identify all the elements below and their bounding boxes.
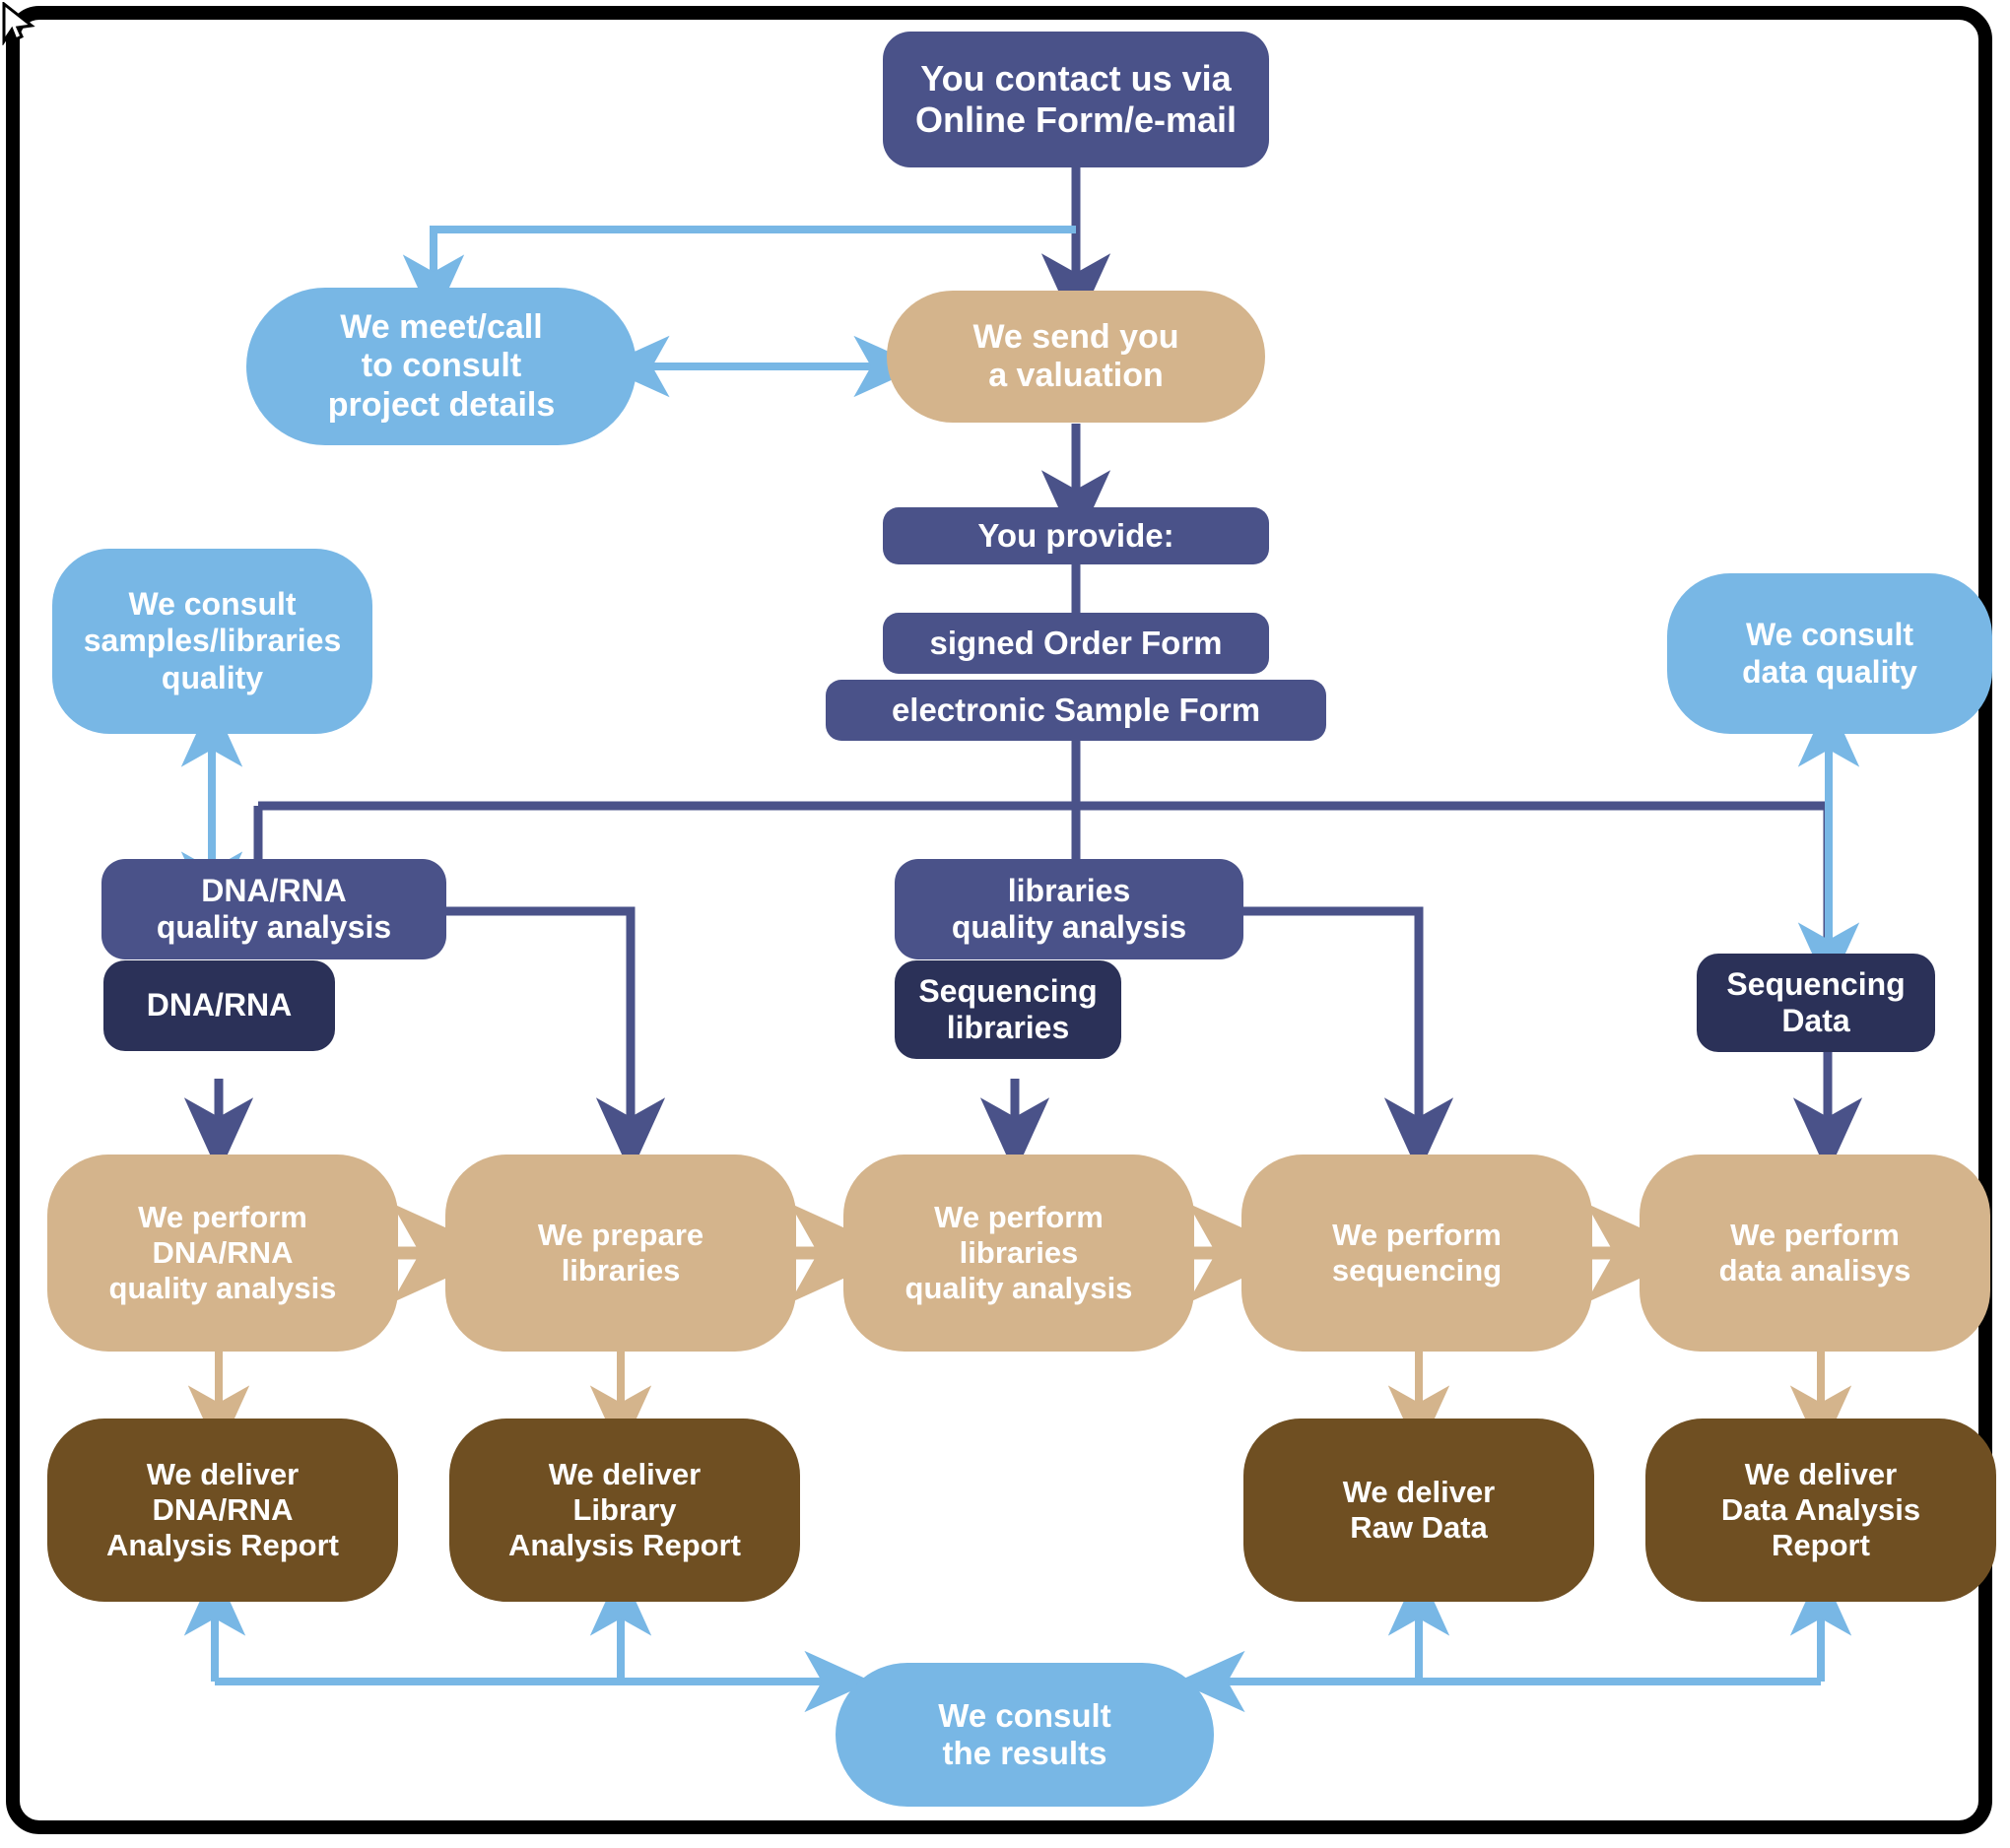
- node-deliver-library-report[interactable]: We deliver Library Analysis Report: [449, 1419, 800, 1602]
- node-deliver-data-analysis-report[interactable]: We deliver Data Analysis Report: [1645, 1419, 1996, 1602]
- node-valuation[interactable]: We send you a valuation: [887, 291, 1265, 423]
- node-dna-rna-quality-analysis[interactable]: DNA/RNA quality analysis: [101, 859, 446, 959]
- node-order-form[interactable]: signed Order Form: [883, 613, 1269, 674]
- node-contact[interactable]: You contact us via Online Form/e-mail: [883, 32, 1269, 167]
- flowchart-canvas: You contact us via Online Form/e-mail We…: [0, 0, 2010, 1848]
- node-perform-data-analysis[interactable]: We perform data analisys: [1640, 1155, 1990, 1352]
- node-perform-sequencing[interactable]: We perform sequencing: [1241, 1155, 1592, 1352]
- node-prepare-libraries[interactable]: We prepare libraries: [445, 1155, 796, 1352]
- node-consult-samples-libraries[interactable]: We consult samples/libraries quality: [52, 549, 372, 734]
- node-deliver-dna-rna-report[interactable]: We deliver DNA/RNA Analysis Report: [47, 1419, 398, 1602]
- cursor-arrow-icon: [2, 2, 35, 45]
- node-perform-dna-rna-quality-analysis[interactable]: We perform DNA/RNA quality analysis: [47, 1155, 398, 1352]
- node-consult-results[interactable]: We consult the results: [836, 1663, 1214, 1807]
- node-meet-call[interactable]: We meet/call to consult project details: [246, 288, 636, 445]
- node-sample-form[interactable]: electronic Sample Form: [826, 680, 1326, 741]
- node-consult-data-quality[interactable]: We consult data quality: [1667, 573, 1992, 734]
- node-you-provide[interactable]: You provide:: [883, 507, 1269, 564]
- node-dna-rna[interactable]: DNA/RNA: [103, 960, 335, 1051]
- node-libraries-quality-analysis[interactable]: libraries quality analysis: [895, 859, 1243, 959]
- node-sequencing-data[interactable]: Sequencing Data: [1697, 954, 1935, 1052]
- node-perform-libraries-quality-analysis[interactable]: We perform libraries quality analysis: [843, 1155, 1194, 1352]
- node-sequencing-libraries[interactable]: Sequencing libraries: [895, 960, 1121, 1059]
- node-deliver-raw-data[interactable]: We deliver Raw Data: [1243, 1419, 1594, 1602]
